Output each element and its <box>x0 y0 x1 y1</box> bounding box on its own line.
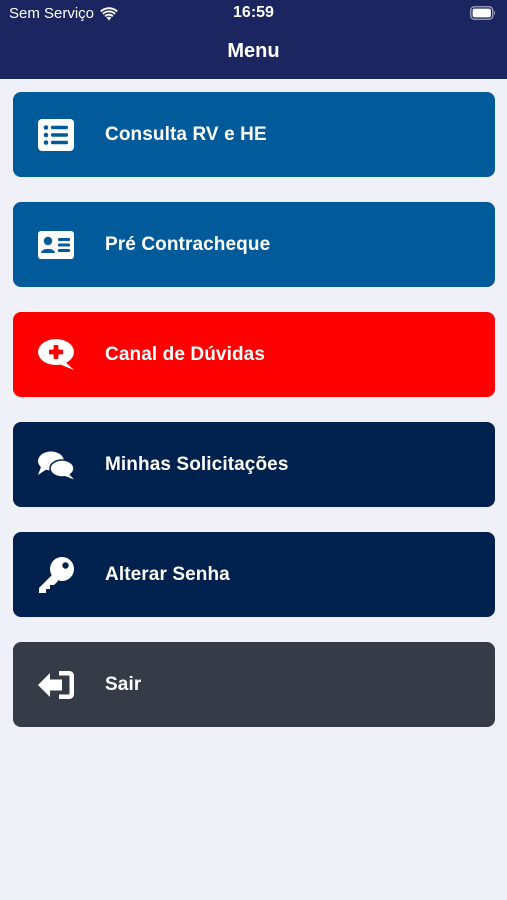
main-menu: Consulta RV e HE Pré Contracheque Canal … <box>13 92 495 752</box>
menu-item-label: Sair <box>105 673 142 695</box>
id-card-icon <box>37 226 75 264</box>
menu-item-label: Alterar Senha <box>105 563 230 585</box>
page-title: Menu <box>227 40 280 62</box>
list-icon <box>37 116 75 154</box>
key-icon <box>37 556 75 594</box>
comments-icon <box>37 446 75 484</box>
status-bar: Sem Serviço 16:59 <box>0 0 507 28</box>
menu-item-consulta-rv-he[interactable]: Consulta RV e HE <box>13 92 495 177</box>
menu-item-sair[interactable]: Sair <box>13 642 495 727</box>
menu-item-label: Canal de Dúvidas <box>105 343 265 365</box>
menu-item-pre-contracheque[interactable]: Pré Contracheque <box>13 202 495 287</box>
menu-item-label: Minhas Solicitações <box>105 453 289 475</box>
menu-item-minhas-solicitacoes[interactable]: Minhas Solicitações <box>13 422 495 507</box>
menu-item-label: Pré Contracheque <box>105 233 271 255</box>
menu-item-alterar-senha[interactable]: Alterar Senha <box>13 532 495 617</box>
sign-out-icon <box>37 666 75 704</box>
battery-icon <box>470 6 496 20</box>
menu-item-label: Consulta RV e HE <box>105 123 267 145</box>
app-header: Sem Serviço 16:59 Menu <box>0 0 507 79</box>
medical-chat-icon <box>37 336 75 374</box>
status-time: 16:59 <box>233 4 274 21</box>
menu-item-canal-de-duvidas[interactable]: Canal de Dúvidas <box>13 312 495 397</box>
